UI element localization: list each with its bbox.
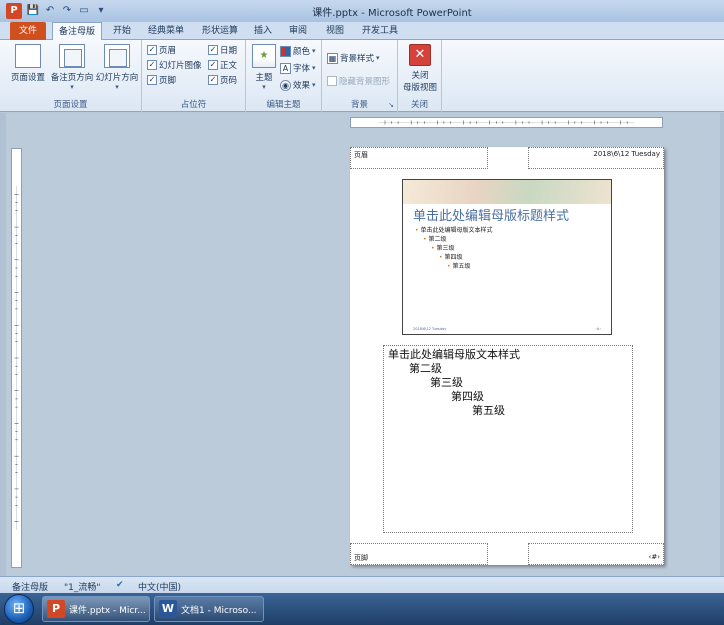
- slide-orientation-icon: [104, 44, 130, 68]
- check-slide-image[interactable]: ✓ 幻灯片图像: [147, 59, 202, 71]
- tab-insert[interactable]: 插入: [248, 22, 278, 40]
- word-icon: W: [159, 600, 177, 618]
- slide-orientation-button[interactable]: 幻灯片方向 ▾: [94, 44, 140, 91]
- title-bar: P 💾 ↶ ↷ ▭ ▾ 课件.pptx - Microsoft PowerPoi…: [0, 0, 724, 22]
- colors-button[interactable]: 颜色 ▾: [280, 45, 316, 57]
- chevron-down-icon: ▾: [312, 47, 316, 55]
- notes-body-placeholder[interactable]: 单击此处编辑母版文本样式 第二级 第三级 第四级 第五级: [383, 345, 633, 533]
- dialog-launcher-icon[interactable]: ↘: [388, 101, 394, 109]
- group-edit-theme: ★ 主题 ▾ 颜色 ▾ A 字体 ▾ ◉ 效果 ▾ 编辑主题: [246, 40, 322, 112]
- theme-icon: ★: [252, 44, 276, 68]
- check-date[interactable]: ✓ 日期: [208, 44, 237, 56]
- check-footer[interactable]: ✓ 页脚: [147, 74, 176, 86]
- notes-level-1: 单击此处编辑母版文本样式: [388, 348, 520, 361]
- notes-level-4: 第四级: [451, 390, 484, 403]
- group-page-setup: 页面设置 备注页方向 ▾ 幻灯片方向 ▾ 页面设置: [0, 40, 142, 112]
- check-page-number[interactable]: ✓ 页码: [208, 74, 237, 86]
- notes-orientation-button[interactable]: 备注页方向 ▾: [50, 44, 94, 91]
- check-header[interactable]: ✓ 页眉: [147, 44, 176, 56]
- slide-image-placeholder[interactable]: 单击此处编辑母版标题样式 单击此处编辑母版文本样式 第二级 第三级 第四级 第五…: [402, 179, 612, 335]
- tab-shape-ops[interactable]: 形状运算: [196, 22, 244, 40]
- slide-title: 单击此处编辑母版标题样式: [413, 209, 570, 224]
- chevron-down-icon: ▾: [262, 83, 266, 91]
- spellcheck-icon[interactable]: ✔: [116, 580, 124, 590]
- page-setup-button[interactable]: 页面设置: [8, 44, 48, 83]
- check-body[interactable]: ✓ 正文: [208, 59, 237, 71]
- tab-view[interactable]: 视图: [320, 22, 350, 40]
- colors-icon: [280, 45, 291, 57]
- tab-classic-menu[interactable]: 经典菜单: [142, 22, 190, 40]
- notes-level-3: 第三级: [430, 376, 463, 389]
- chevron-down-icon: ▾: [115, 83, 119, 91]
- group-label-placeholders: 占位符: [180, 100, 207, 110]
- group-placeholders: ✓ 页眉 ✓ 日期 ✓ 幻灯片图像 ✓ 正文 ✓ 页脚 ✓ 页码 占位符: [142, 40, 246, 112]
- effects-button[interactable]: ◉ 效果 ▾: [280, 79, 316, 91]
- slide-number: ‹#›: [595, 327, 601, 331]
- checkbox-checked-icon: ✓: [147, 45, 157, 55]
- vertical-ruler: [11, 148, 22, 568]
- page-number-placeholder[interactable]: ‹#›: [528, 543, 664, 565]
- chevron-down-icon: ▾: [70, 83, 74, 91]
- close-master-view-button[interactable]: ✕ 关闭 母版视图: [400, 44, 440, 93]
- group-background: ▦ 背景样式 ▾ 隐藏背景图形 背景 ↘: [322, 40, 398, 112]
- status-theme-name: "1_流畅": [64, 583, 101, 593]
- slide-footer-date: 2018\6\12 Tuesday: [413, 327, 447, 331]
- tab-home[interactable]: 开始: [106, 22, 138, 40]
- status-bar: 备注母版 "1_流畅" ✔ 中文(中国): [0, 576, 724, 593]
- notes-master-page: 页眉 2018\6\12 Tuesday 单击此处编辑母版标题样式 单击此处编辑…: [350, 147, 664, 565]
- close-icon: ✕: [409, 44, 431, 66]
- check-hide-background-graphics[interactable]: 隐藏背景图形: [327, 75, 390, 87]
- taskbar: P 课件.pptx - Micr... W 文档1 - Microso...: [0, 593, 724, 625]
- checkbox-checked-icon: ✓: [208, 60, 218, 70]
- taskbar-item-word[interactable]: W 文档1 - Microso...: [154, 596, 264, 622]
- tab-notes-master[interactable]: 备注母版: [52, 22, 102, 41]
- start-button[interactable]: [4, 594, 34, 624]
- tab-file[interactable]: 文件: [10, 22, 46, 40]
- window-title: 课件.pptx - Microsoft PowerPoint: [312, 8, 472, 19]
- taskbar-item-powerpoint[interactable]: P 课件.pptx - Micr...: [42, 596, 150, 622]
- fonts-icon: A: [280, 62, 291, 74]
- tab-developer[interactable]: 开发工具: [356, 22, 404, 40]
- chevron-down-icon: ▾: [312, 81, 316, 89]
- theme-button[interactable]: ★ 主题 ▾: [250, 44, 278, 91]
- right-pane-edge: [720, 113, 724, 576]
- date-placeholder[interactable]: 2018\6\12 Tuesday: [528, 147, 664, 169]
- background-styles-icon: ▦: [327, 52, 338, 64]
- page-setup-icon: [15, 44, 41, 68]
- status-language[interactable]: 中文(中国): [138, 580, 181, 593]
- header-placeholder[interactable]: 页眉: [350, 147, 488, 169]
- checkbox-unchecked-icon: [327, 76, 337, 86]
- footer-placeholder[interactable]: 页脚: [350, 543, 488, 565]
- status-view-name: 备注母版: [12, 583, 49, 593]
- group-label-page-setup: 页面设置: [53, 100, 88, 110]
- checkbox-checked-icon: ✓: [208, 45, 218, 55]
- chevron-down-icon: ▾: [376, 54, 380, 62]
- powerpoint-icon: P: [47, 600, 65, 618]
- horizontal-ruler: [350, 117, 663, 128]
- checkbox-checked-icon: ✓: [208, 75, 218, 85]
- chevron-down-icon: ▾: [312, 64, 316, 72]
- background-styles-button[interactable]: ▦ 背景样式 ▾: [327, 52, 380, 64]
- tab-review[interactable]: 审阅: [283, 22, 313, 40]
- effects-icon: ◉: [280, 79, 291, 91]
- ribbon-tabs: 文件 备注母版 开始 经典菜单 形状运算 插入 审阅 视图 开发工具: [0, 22, 724, 41]
- notes-level-5: 第五级: [472, 404, 505, 417]
- fonts-button[interactable]: A 字体 ▾: [280, 62, 316, 74]
- group-label-background: 背景: [350, 100, 368, 110]
- left-pane-edge: [0, 113, 6, 576]
- notes-orientation-icon: [59, 44, 85, 68]
- ribbon: 页面设置 备注页方向 ▾ 幻灯片方向 ▾ 页面设置 ✓ 页眉 ✓ 日期 ✓ 幻灯片图像…: [0, 40, 724, 112]
- notes-level-2: 第二级: [409, 362, 442, 375]
- slide-body: 单击此处编辑母版文本样式 第二级 第三级 第四级 第五级: [415, 226, 492, 271]
- group-label-edit-theme: 编辑主题: [266, 100, 301, 110]
- slide-decorative-band: [403, 180, 611, 204]
- group-label-close: 关闭: [410, 100, 428, 110]
- group-close: ✕ 关闭 母版视图 关闭: [398, 40, 442, 112]
- checkbox-checked-icon: ✓: [147, 75, 157, 85]
- checkbox-checked-icon: ✓: [147, 60, 157, 70]
